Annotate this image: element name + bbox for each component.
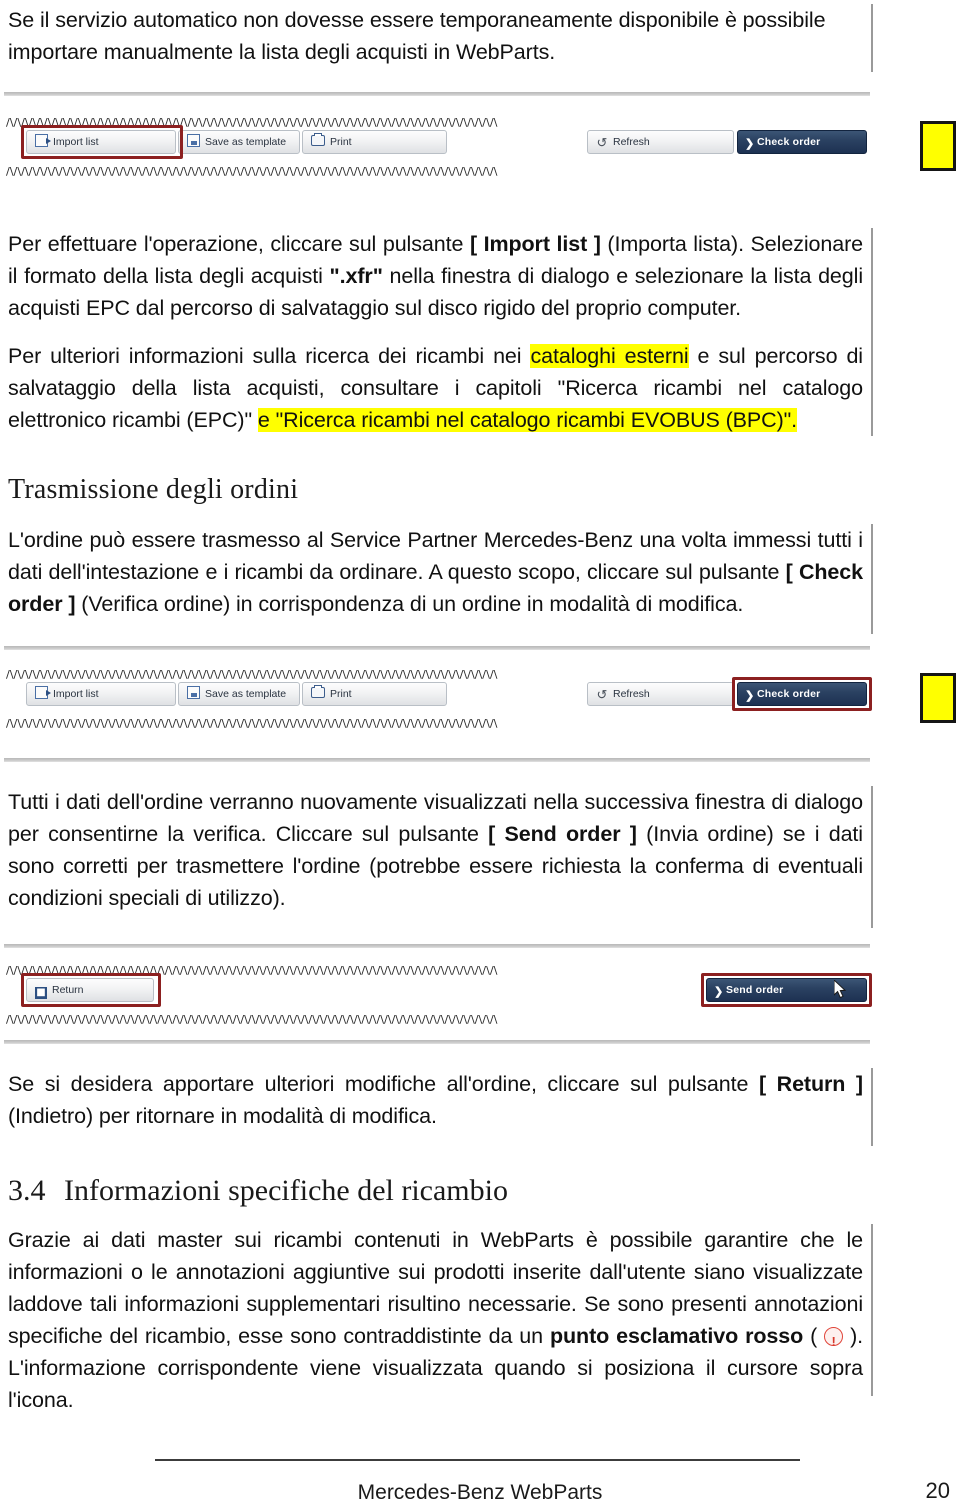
- refresh-button-1[interactable]: ↺ Refresh: [587, 130, 734, 154]
- save-as-template-button-1[interactable]: Save as template: [178, 130, 300, 154]
- paragraph-import-instructions: Per effettuare l'operazione, cliccare su…: [8, 228, 863, 324]
- separator-rule-2: [4, 646, 870, 650]
- separator-rule-5: [4, 1040, 870, 1044]
- callout-marker-2: [920, 673, 956, 723]
- torn-edge-bottom-3: [6, 1015, 868, 1024]
- intro-line-2: importare manualmente la lista degli acq…: [8, 40, 556, 64]
- save-as-template-button-2[interactable]: Save as template: [178, 682, 300, 706]
- heading-trasmissione: Trasmissione degli ordini: [8, 474, 299, 505]
- import-text-part1: Per effettuare l'operazione, cliccare su…: [8, 232, 470, 256]
- import-list-icon: [35, 686, 51, 699]
- check-order-button-2[interactable]: ❯ Check order: [737, 682, 867, 706]
- paragraph-catalog-reference: Per ulteriori informazioni sulla ricerca…: [8, 340, 863, 436]
- section-number: 3.4: [8, 1174, 46, 1207]
- return-label-ref: [ Return ]: [758, 1072, 863, 1096]
- screenshot-toolbar-send: ■Return ❯Send order: [6, 966, 872, 1024]
- import-list-button-2[interactable]: Import list: [26, 682, 176, 706]
- separator-rule-3: [4, 758, 870, 762]
- torn-edge-top-1: [6, 118, 868, 127]
- change-bar-body-2: [871, 524, 873, 634]
- page-number: 20: [925, 1478, 950, 1503]
- torn-edge-bottom-1: [6, 167, 868, 176]
- section-title: Informazioni specifiche del ricambio: [64, 1174, 508, 1207]
- change-bar-intro: [871, 4, 873, 72]
- screenshot-toolbar-check: Import list Save as template Print ↺Refr…: [6, 670, 872, 728]
- punto-esclamativo-rosso-ref: punto esclamativo rosso: [549, 1324, 804, 1348]
- app-toolbar-1: Import list Save as template Print ↺ Refr…: [6, 125, 868, 159]
- refresh-icon: ↺: [596, 135, 608, 150]
- screenshot-toolbar-import: Import list Save as template Print ↺Refr…: [6, 118, 868, 176]
- change-bar-body-1: [871, 228, 873, 436]
- send-order-label-ref: [ Send order ]: [488, 822, 637, 846]
- print-button-2[interactable]: Print: [302, 682, 447, 706]
- print-icon: [311, 685, 325, 698]
- exclamation-mark-icon: [824, 1326, 844, 1358]
- chevron-right-icon: ❯: [745, 690, 755, 702]
- footer-title: Mercedes-Benz WebParts: [357, 1481, 603, 1504]
- check-order-button-1[interactable]: ❯ Check order: [737, 130, 867, 154]
- chevron-right-icon: ❯: [745, 138, 755, 150]
- separator-rule-4: [4, 944, 870, 948]
- change-bar-body-3: [871, 786, 873, 928]
- transmission-text-part1: L'ordine può essere trasmesso al Service…: [8, 528, 863, 584]
- torn-edge-bottom-2: [6, 719, 868, 728]
- save-template-icon: [187, 134, 200, 147]
- paragraph-send-order: Tutti i dati dell'ordine verranno nuovam…: [8, 786, 863, 914]
- xfr-format-ref: ".xfr": [329, 264, 383, 288]
- paragraph-transmission: L'ordine può essere trasmesso al Service…: [8, 524, 863, 620]
- heading-section-3-4: 3.4 Informazioni specifiche del ricambio: [8, 1174, 508, 1208]
- refresh-icon: ↺: [596, 687, 608, 702]
- highlight-cataloghi-esterni: cataloghi esterni: [530, 344, 689, 368]
- mouse-cursor-icon: [834, 980, 848, 1000]
- transmission-text-part2: (Verifica ordine) in corrispondenza di u…: [75, 592, 744, 616]
- import-list-icon: [35, 134, 51, 147]
- paragraph-intro: Se il servizio automatico non dovesse es…: [8, 4, 863, 68]
- highlight-evobus-bpc: e "Ricerca ricambi nel catalogo ricambi …: [257, 408, 798, 432]
- app-toolbar-2: Import list Save as template Print ↺ Refr…: [6, 677, 872, 711]
- return-text-part2: (Indietro) per ritornare in modalità di …: [8, 1104, 437, 1128]
- intro-line-1: Se il servizio automatico non dovesse es…: [8, 8, 826, 32]
- paragraph-part-info: Grazie ai dati master sui ricambi conten…: [8, 1224, 863, 1416]
- document-page: Se il servizio automatico non dovesse es…: [0, 0, 960, 1510]
- separator-rule-1: [4, 92, 870, 96]
- import-list-label-ref: [ Import list ]: [469, 232, 601, 256]
- return-icon: ■: [35, 987, 47, 999]
- refresh-button-2[interactable]: ↺ Refresh: [587, 682, 734, 706]
- return-text-part1: Se si desidera apportare ulteriori modif…: [8, 1072, 759, 1096]
- print-button-1[interactable]: Print: [302, 130, 447, 154]
- change-bar-body-4: [871, 1068, 873, 1146]
- footer-rule: [155, 1459, 800, 1461]
- paragraph-return-note: Se si desidera apportare ulteriori modif…: [8, 1068, 863, 1132]
- print-icon: [311, 133, 325, 146]
- import-list-button-1[interactable]: Import list: [26, 130, 176, 154]
- return-button[interactable]: ■ Return: [26, 978, 154, 1002]
- chevron-right-icon: ❯: [714, 986, 724, 998]
- save-template-icon: [187, 686, 200, 699]
- catalog-text-part1: Per ulteriori informazioni sulla ricerca…: [8, 344, 531, 368]
- callout-marker-1: [920, 121, 956, 171]
- torn-edge-top-3: [6, 966, 868, 975]
- part-info-text-part2: (: [803, 1324, 825, 1348]
- change-bar-body-5: [871, 1224, 873, 1396]
- app-toolbar-3: ■ Return ❯ Send order: [6, 973, 872, 1007]
- torn-edge-top-2: [6, 670, 868, 679]
